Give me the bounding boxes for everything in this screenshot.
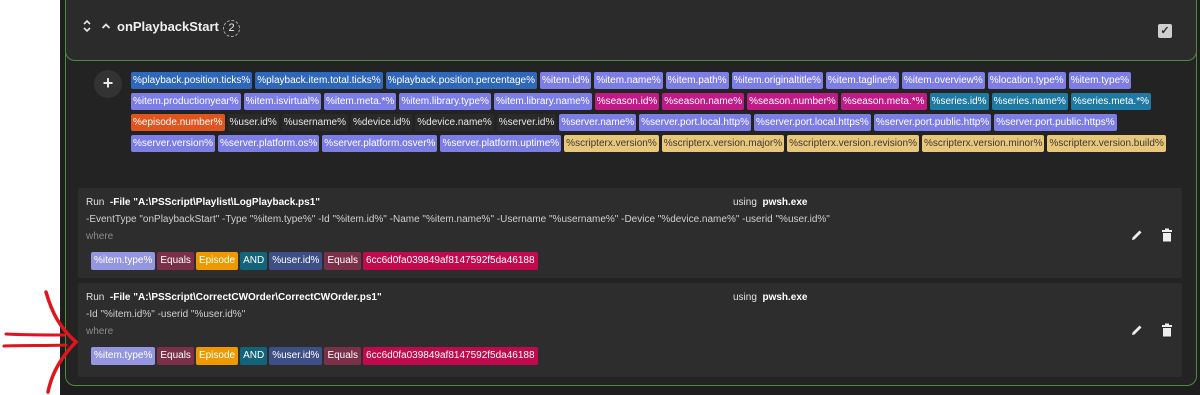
variable-chip[interactable]: %series.name% [991, 93, 1068, 110]
where-label: where [86, 231, 114, 242]
variable-chip[interactable]: %server.platform.uptime% [440, 135, 562, 152]
variable-chip[interactable]: %season.name% [662, 93, 745, 110]
variable-chip[interactable]: %device.name% [415, 114, 494, 131]
variable-chip[interactable]: %item.meta.*% [323, 93, 397, 110]
condition-list: %item.type% Equals Episode AND %user.id% Equa… [91, 347, 538, 365]
condition-tag: Episode [195, 252, 239, 270]
variable-chip[interactable]: %server.version% [131, 135, 216, 152]
variable-chip[interactable]: %server.port.local.https% [753, 114, 871, 131]
variable-chip[interactable]: %series.id% [929, 93, 989, 110]
edit-icon[interactable] [1130, 228, 1144, 245]
condition-tag: %user.id% [269, 347, 323, 365]
variable-chip[interactable]: %item.library.type% [399, 93, 491, 110]
variable-chip[interactable]: %server.platform.osver% [322, 135, 438, 152]
delete-icon[interactable] [1161, 323, 1173, 340]
variable-chip[interactable]: %item.tagline% [825, 72, 899, 89]
add-variable-button[interactable]: + [94, 70, 122, 98]
variable-chip[interactable]: %item.id% [540, 72, 592, 89]
variable-chip[interactable]: %server.id% [496, 114, 557, 131]
script-file: -File "A:\PSScript\Playlist\LogPlayback.… [109, 197, 321, 208]
run-label: Run [86, 197, 105, 208]
script-file: -File "A:\PSScript\CorrectCWOrder\Correc… [109, 292, 382, 303]
variable-chip[interactable]: %item.isvirtual% [243, 93, 321, 110]
variable-chip[interactable]: %season.id% [594, 93, 660, 110]
condition-tag: Equals [157, 347, 194, 365]
variable-chip[interactable]: %item.type% [1068, 72, 1132, 89]
where-label: where [86, 326, 114, 337]
red-hand-drawn-arrow-icon [2, 290, 79, 394]
variable-chip[interactable]: %scripterx.version.revision% [787, 135, 919, 152]
condition-tag: AND [240, 252, 268, 270]
condition-tag: 6cc6d0fa039849af8147592f5da46188 [363, 252, 538, 270]
condition-tag: %user.id% [269, 252, 323, 270]
variable-list: %playback.position.ticks% %playback.item.… [131, 72, 1166, 152]
variable-chip[interactable]: %item.name% [594, 72, 663, 89]
variable-chip[interactable]: %item.overview% [901, 72, 985, 89]
variable-chip[interactable]: %series.meta.*% [1070, 93, 1151, 110]
variable-chip[interactable]: %scripterx.version.minor% [921, 135, 1045, 152]
executable: pwsh.exe [762, 197, 808, 208]
condition-tag: Equals [157, 252, 194, 270]
variable-chip[interactable]: %scripterx.version% [564, 135, 659, 152]
count-badge: 2 [223, 20, 240, 37]
delete-icon[interactable] [1161, 228, 1173, 245]
variable-chip[interactable]: %episode.number% [131, 114, 225, 131]
variable-chip[interactable]: %server.name% [559, 114, 637, 131]
variable-chip[interactable]: %playback.position.percentage% [385, 72, 537, 89]
variable-chip[interactable]: %item.path% [665, 72, 729, 89]
condition-tag: Episode [195, 347, 239, 365]
event-title: onPlaybackStart [117, 19, 219, 34]
variable-chip[interactable]: %user.id% [227, 114, 279, 131]
condition-list: %item.type% Equals Episode AND %user.id% Equa… [91, 252, 538, 270]
variable-chip[interactable]: %server.port.public.https% [994, 114, 1117, 131]
run-label: Run [86, 292, 105, 303]
action-card: Run -File "A:\PSScript\Playlist\LogPlayb… [78, 188, 1182, 278]
condition-tag: 6cc6d0fa039849af8147592f5da46188 [363, 347, 538, 365]
variable-chip[interactable]: %location.type% [987, 72, 1066, 89]
checkbox-icon[interactable]: ✓ [1158, 24, 1172, 38]
variable-chip[interactable]: %scripterx.version.build% [1047, 135, 1166, 152]
condition-tag: %item.type% [91, 252, 156, 270]
updown-icon[interactable] [82, 19, 92, 36]
variable-chip[interactable]: %item.productionyear% [131, 93, 241, 110]
variable-chip[interactable]: %season.meta.*% [840, 93, 927, 110]
variable-chip[interactable]: %season.number% [747, 93, 838, 110]
edit-icon[interactable] [1130, 323, 1144, 340]
variable-chip[interactable]: %playback.position.ticks% [131, 72, 253, 89]
variable-chip[interactable]: %scripterx.version.major% [661, 135, 785, 152]
condition-tag: %item.type% [91, 347, 156, 365]
variable-chip[interactable]: %playback.item.total.ticks% [255, 72, 383, 89]
variable-chip[interactable]: %server.port.public.http% [873, 114, 992, 131]
using-label: using [733, 292, 757, 303]
condition-tag: Equals [324, 252, 362, 270]
condition-tag: Equals [324, 347, 362, 365]
variable-chip[interactable]: %device.id% [351, 114, 413, 131]
script-arguments: -EventType "onPlaybackStart" -Type "%ite… [86, 214, 830, 225]
variable-chip[interactable]: %server.port.local.http% [639, 114, 751, 131]
using-label: using [733, 197, 757, 208]
chevron-up-icon[interactable] [101, 20, 111, 34]
variable-chip[interactable]: %item.library.name% [493, 93, 592, 110]
script-arguments: -Id "%item.id%" -userid "%user.id%" [86, 309, 246, 320]
condition-tag: AND [240, 347, 268, 365]
variable-chip[interactable]: %item.originaltitle% [731, 72, 823, 89]
executable: pwsh.exe [762, 292, 808, 303]
variable-chip[interactable]: %username% [281, 114, 349, 131]
action-card: Run -File "A:\PSScript\CorrectCWOrder\Co… [78, 283, 1182, 377]
variable-chip[interactable]: %server.platform.os% [218, 135, 320, 152]
